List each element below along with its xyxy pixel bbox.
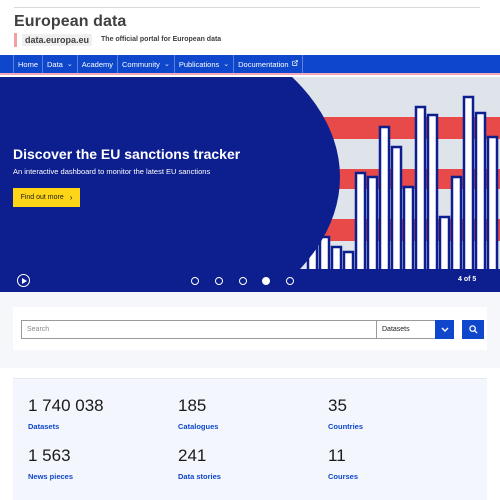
find-out-more-button[interactable]: Find out more › — [13, 188, 80, 207]
nav-item-academy[interactable]: Academy — [76, 55, 117, 73]
carousel-dot-4[interactable] — [262, 277, 270, 285]
stat-value: 1 563 — [28, 446, 71, 465]
carousel-dot-2[interactable] — [215, 277, 223, 285]
header-divider — [14, 7, 480, 8]
carousel-dot-5[interactable] — [286, 277, 294, 285]
search-card: Search Datasets — [13, 307, 487, 350]
stat-label[interactable]: Catalogues — [178, 422, 318, 431]
nav-item-home[interactable]: Home — [13, 55, 42, 73]
stat-label[interactable]: Datasets — [28, 422, 168, 431]
carousel-dot-1[interactable] — [191, 277, 199, 285]
identity-accent-bar — [14, 32, 17, 47]
stat-countries[interactable]: 35 Countries — [328, 396, 468, 431]
external-link-icon — [291, 60, 298, 68]
nav-item-community[interactable]: Community ⌄ — [117, 55, 174, 73]
nav-item-label: Academy — [81, 59, 113, 69]
site-identity: data.europa.eu The official portal for E… — [14, 32, 222, 47]
chevron-down-icon: ⌄ — [66, 61, 73, 68]
nav-item-publications[interactable]: Publications ⌄ — [173, 55, 233, 73]
stat-value: 1 740 038 — [28, 396, 104, 415]
slide-counter: 4 of 5 — [458, 276, 477, 283]
site-domain[interactable]: data.europa.eu — [22, 33, 93, 46]
carousel-controls: 4 of 5 — [0, 269, 500, 292]
stat-value: 11 — [328, 446, 346, 465]
nav-item-label: Publications — [178, 59, 220, 69]
nav-item-documentation[interactable]: Documentation — [233, 55, 303, 73]
chevron-down-icon: ⌄ — [223, 61, 230, 68]
main-navigation: Home Data ⌄ Academy Community ⌄ Publicat… — [0, 55, 500, 75]
nav-item-label: Home — [18, 59, 39, 69]
stat-label[interactable]: Data stories — [178, 472, 318, 481]
stat-data-stories[interactable]: 241 Data stories — [178, 446, 318, 481]
stat-catalogues[interactable]: 185 Catalogues — [178, 396, 318, 431]
nav-item-label: Data — [47, 59, 63, 69]
nav-item-label: Community — [122, 59, 160, 69]
chevron-down-icon: ⌄ — [163, 61, 170, 68]
chevron-down-icon — [441, 327, 448, 332]
stat-label[interactable]: Courses — [328, 472, 468, 481]
stat-value: 185 — [178, 396, 207, 415]
carousel-dot-3[interactable] — [239, 277, 247, 285]
stat-label[interactable]: Countries — [328, 422, 468, 431]
stat-value: 35 — [328, 396, 347, 415]
stat-value: 241 — [178, 446, 207, 465]
search-section: Search Datasets — [0, 292, 500, 368]
stat-label[interactable]: News pieces — [28, 472, 168, 481]
search-type-dropdown-button[interactable] — [435, 320, 454, 339]
hero-title: Discover the EU sanctions tracker — [13, 146, 241, 162]
stat-news-pieces[interactable]: 1 563 News pieces — [28, 446, 168, 481]
search-input[interactable]: Search — [21, 320, 377, 339]
portal-statistics: 1 740 038 Datasets 185 Catalogues 35 Cou… — [13, 378, 487, 500]
find-out-more-label: Find out more — [20, 194, 64, 201]
play-icon[interactable] — [17, 274, 30, 287]
hero-subtitle: An interactive dashboard to monitor the … — [13, 167, 211, 176]
stat-courses[interactable]: 11 Courses — [328, 446, 468, 481]
hero-carousel-slide: Discover the EU sanctions tracker An int… — [0, 77, 500, 269]
search-button[interactable] — [462, 320, 484, 339]
stat-datasets[interactable]: 1 740 038 Datasets — [28, 396, 168, 431]
site-tagline: The official portal for European data — [101, 36, 222, 43]
nav-item-label: Documentation — [238, 59, 289, 69]
search-type-select[interactable]: Datasets — [376, 320, 436, 339]
nav-item-data[interactable]: Data ⌄ — [42, 55, 77, 73]
chevron-right-icon: › — [69, 193, 73, 202]
site-title[interactable]: European data — [14, 13, 126, 31]
search-icon — [468, 325, 478, 334]
